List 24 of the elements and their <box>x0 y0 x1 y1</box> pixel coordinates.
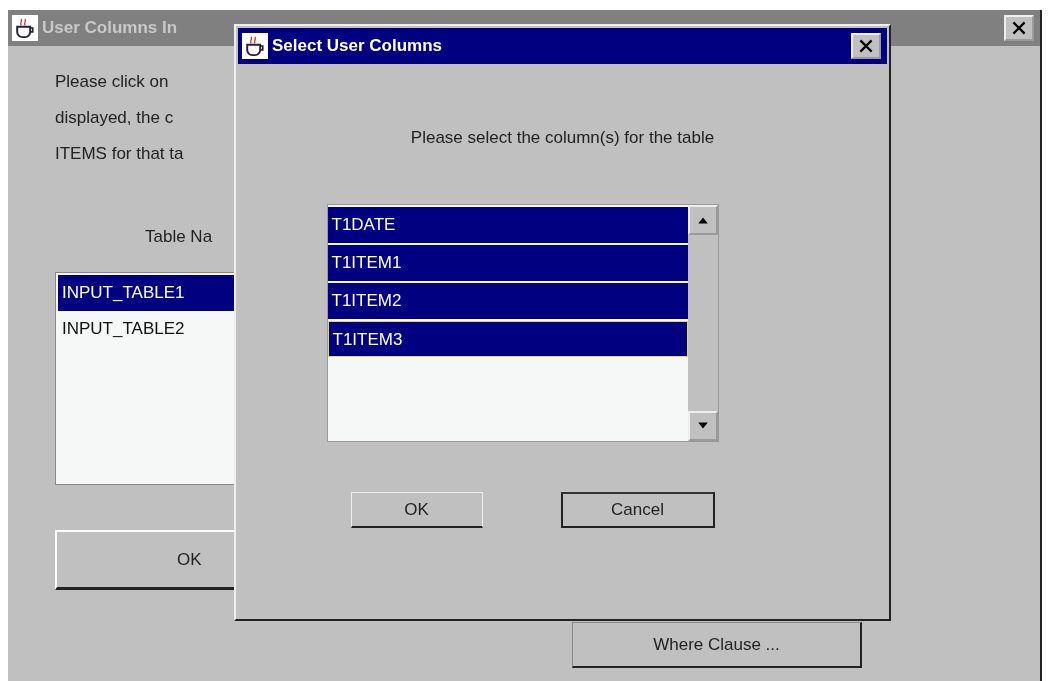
prompt-text: Please select the column(s) for the table <box>410 128 715 148</box>
close-icon <box>1012 20 1026 36</box>
scroll-up-button[interactable] <box>687 205 718 235</box>
coffee-cup-icon <box>12 15 38 41</box>
where-clause-button[interactable]: Where Clause ... <box>572 622 862 668</box>
window-title: User Columns In <box>42 18 179 38</box>
instruction-text: ITEMS for that ta <box>55 143 184 165</box>
column-list-item[interactable]: T1ITEM2 <box>327 283 688 319</box>
down-arrow-icon <box>696 422 709 430</box>
close-icon <box>859 38 873 54</box>
instruction-text: Please click on <box>55 71 169 93</box>
ok-button[interactable]: OK <box>350 492 483 528</box>
close-button[interactable] <box>851 33 881 59</box>
column-list-item[interactable]: T1ITEM1 <box>327 245 688 281</box>
instruction-text: displayed, the c <box>55 107 174 129</box>
up-arrow-icon <box>696 216 709 224</box>
dialog-title: Select User Columns <box>272 36 444 56</box>
table-name-label: Table Na <box>145 226 213 248</box>
coffee-cup-icon <box>242 33 268 59</box>
scrollbar[interactable] <box>687 205 718 441</box>
column-list-item[interactable]: T1ITEM3 <box>327 321 688 357</box>
cancel-button[interactable]: Cancel <box>560 492 715 528</box>
column-list-item[interactable]: T1DATE <box>327 207 688 243</box>
scroll-down-button[interactable] <box>687 411 718 441</box>
